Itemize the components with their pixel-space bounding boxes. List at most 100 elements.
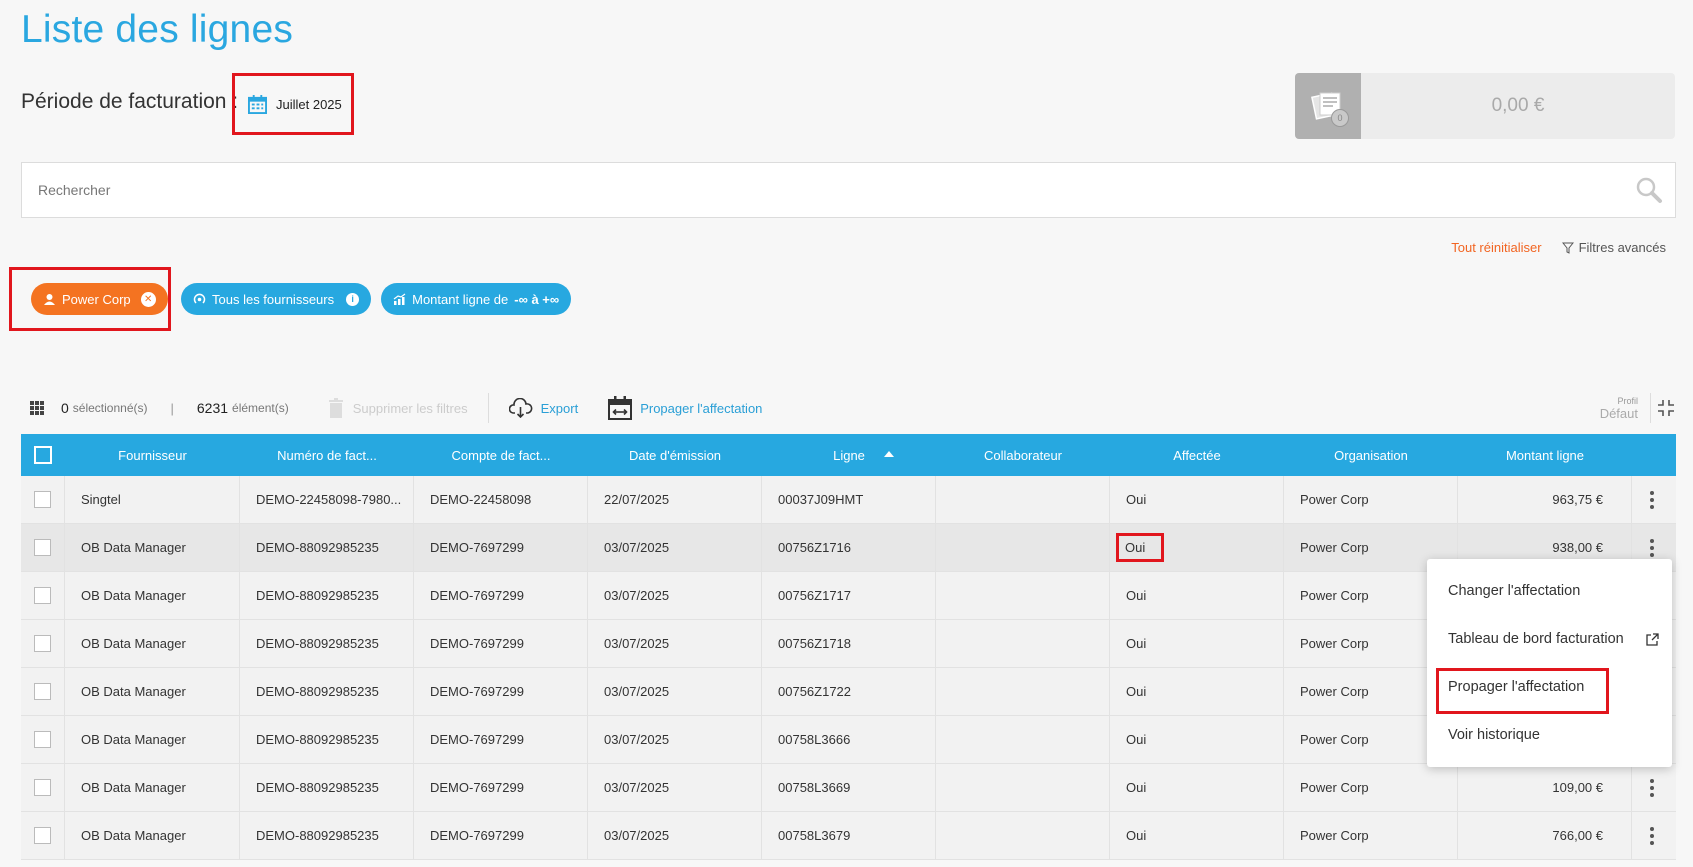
cell-value: DEMO-7697299	[430, 780, 524, 795]
signal-icon	[193, 293, 206, 304]
cell-value: 00756Z1717	[778, 588, 852, 603]
total-amount-box: 0 0,00 €	[1295, 73, 1675, 139]
toolbar-divider	[487, 393, 489, 423]
cell-value: OB Data Manager	[81, 540, 186, 555]
cloud-download-icon	[508, 398, 533, 418]
col-header[interactable]: Organisation	[1284, 448, 1458, 463]
cell-value: 00756Z1716	[778, 540, 852, 555]
row-checkbox[interactable]	[34, 491, 51, 508]
col-header[interactable]: Numéro de fact...	[240, 448, 414, 463]
table-cell	[936, 524, 1110, 571]
cell-value: 03/07/2025	[604, 780, 670, 795]
export-label: Export	[540, 400, 579, 416]
table-cell: Oui	[1110, 476, 1284, 523]
trash-icon	[328, 398, 343, 418]
row-select-cell	[21, 668, 65, 715]
table-cell: Oui	[1110, 716, 1284, 763]
delete-filters-button[interactable]: Supprimer les filtres	[328, 398, 468, 418]
cell-value: DEMO-22458098-7980...	[256, 492, 402, 507]
profile-label: Profil	[1617, 395, 1638, 406]
remove-chip-icon[interactable]: ✕	[140, 291, 156, 307]
cell-value: Oui	[1126, 636, 1147, 651]
info-icon[interactable]: i	[346, 292, 360, 306]
col-header[interactable]: Collaborateur	[936, 448, 1110, 463]
view-history-item[interactable]: Voir historique	[1427, 711, 1672, 759]
cell-value: 00756Z1722	[778, 684, 852, 699]
row-select-cell	[21, 812, 65, 859]
row-menu-icon[interactable]	[1650, 826, 1654, 845]
cell-value: 22/07/2025	[604, 492, 670, 507]
row-menu-icon[interactable]	[1650, 490, 1654, 509]
table-row[interactable]: Singtel DEMO-22458098-7980... DEMO-2245809…	[21, 476, 1676, 524]
col-header[interactable]: Compte de fact...	[414, 448, 588, 463]
propagate-button[interactable]: Propager l'affectation	[608, 396, 762, 420]
collapse-button[interactable]	[1650, 393, 1676, 423]
table-cell: Power Corp	[1284, 764, 1458, 811]
org-chip-highlight: Power Corp ✕	[9, 267, 171, 331]
table-cell: DEMO-88092985235	[240, 716, 414, 763]
calendar-arrows-icon	[608, 396, 633, 420]
suppliers-filter-chip[interactable]: Tous les fournisseurs i	[181, 283, 372, 315]
row-checkbox[interactable]	[34, 539, 51, 556]
search-input[interactable]	[38, 182, 1635, 198]
assigned-value-highlighted: Oui	[1116, 533, 1165, 562]
table-header: Fournisseur Numéro de fact... Compte de …	[21, 434, 1676, 476]
sort-asc-icon	[884, 450, 894, 457]
table-cell: 03/07/2025	[588, 524, 762, 571]
cell-value: Singtel	[81, 492, 121, 507]
table-row[interactable]: OB Data Manager DEMO-88092985235 DEMO-7697…	[21, 764, 1676, 812]
table-cell	[936, 812, 1110, 859]
table-cell: Oui	[1110, 812, 1284, 859]
row-checkbox[interactable]	[34, 731, 51, 748]
col-header[interactable]: Montant ligne	[1458, 448, 1632, 463]
period-picker[interactable]: Juillet 2025	[232, 73, 354, 135]
col-header-sorted[interactable]: Ligne	[762, 448, 936, 463]
chart-icon	[393, 293, 406, 305]
grid-icon[interactable]	[30, 401, 44, 415]
cell-value: DEMO-88092985235	[256, 540, 379, 555]
cell-value: 938,00 €	[1552, 540, 1603, 555]
external-link-icon	[1646, 632, 1659, 646]
cell-value: 03/07/2025	[604, 588, 670, 603]
col-header[interactable]: Fournisseur	[65, 448, 240, 463]
col-header[interactable]: Date d'émission	[588, 448, 762, 463]
cell-value: 766,00 €	[1552, 828, 1603, 843]
select-all-checkbox[interactable]	[34, 446, 52, 464]
propagate-assignment-item[interactable]: Propager l'affectation	[1427, 663, 1672, 714]
col-header[interactable]: Affectée	[1110, 448, 1284, 463]
cell-value: 03/07/2025	[604, 828, 670, 843]
row-menu-icon[interactable]	[1650, 538, 1654, 557]
table-cell: 03/07/2025	[588, 620, 762, 667]
table-cell: OB Data Manager	[65, 716, 240, 763]
cell-value: OB Data Manager	[81, 828, 186, 843]
change-assignment-item[interactable]: Changer l'affectation	[1427, 567, 1672, 615]
cell-value: Oui	[1126, 684, 1147, 699]
amount-chip-range: -∞ à +∞	[514, 291, 560, 307]
profile-selector[interactable]: Profil Défaut	[1600, 396, 1638, 421]
table-row[interactable]: OB Data Manager DEMO-88092985235 DEMO-7697…	[21, 812, 1676, 860]
row-checkbox[interactable]	[34, 587, 51, 604]
table-cell: 00758L3669	[762, 764, 936, 811]
table-cell: DEMO-7697299	[414, 572, 588, 619]
table-cell: OB Data Manager	[65, 668, 240, 715]
advanced-filters-link[interactable]: Filtres avancés	[1561, 240, 1666, 255]
amount-filter-chip[interactable]: Montant ligne de -∞ à +∞	[381, 283, 572, 315]
row-checkbox[interactable]	[34, 635, 51, 652]
row-menu-icon[interactable]	[1650, 778, 1654, 797]
cell-value: 00756Z1718	[778, 636, 852, 651]
cell-value: DEMO-7697299	[430, 636, 524, 651]
billing-dashboard-item[interactable]: Tableau de bord facturation	[1427, 615, 1672, 663]
table-toolbar: 0 sélectionné(s) | 6231 élément(s) Suppr…	[21, 393, 1676, 423]
table-cell: 00037J09HMT	[762, 476, 936, 523]
row-checkbox[interactable]	[34, 779, 51, 796]
table-cell: 766,00 €	[1458, 812, 1632, 859]
items-count: 6231	[196, 400, 229, 416]
cell-value: Oui	[1126, 732, 1147, 747]
row-checkbox[interactable]	[34, 827, 51, 844]
org-filter-chip[interactable]: Power Corp ✕	[31, 283, 168, 315]
table-cell: DEMO-22458098	[414, 476, 588, 523]
search-icon[interactable]	[1635, 176, 1663, 204]
reset-all-link[interactable]: Tout réinitialiser	[1451, 240, 1541, 255]
export-button[interactable]: Export	[508, 398, 579, 418]
row-checkbox[interactable]	[34, 683, 51, 700]
